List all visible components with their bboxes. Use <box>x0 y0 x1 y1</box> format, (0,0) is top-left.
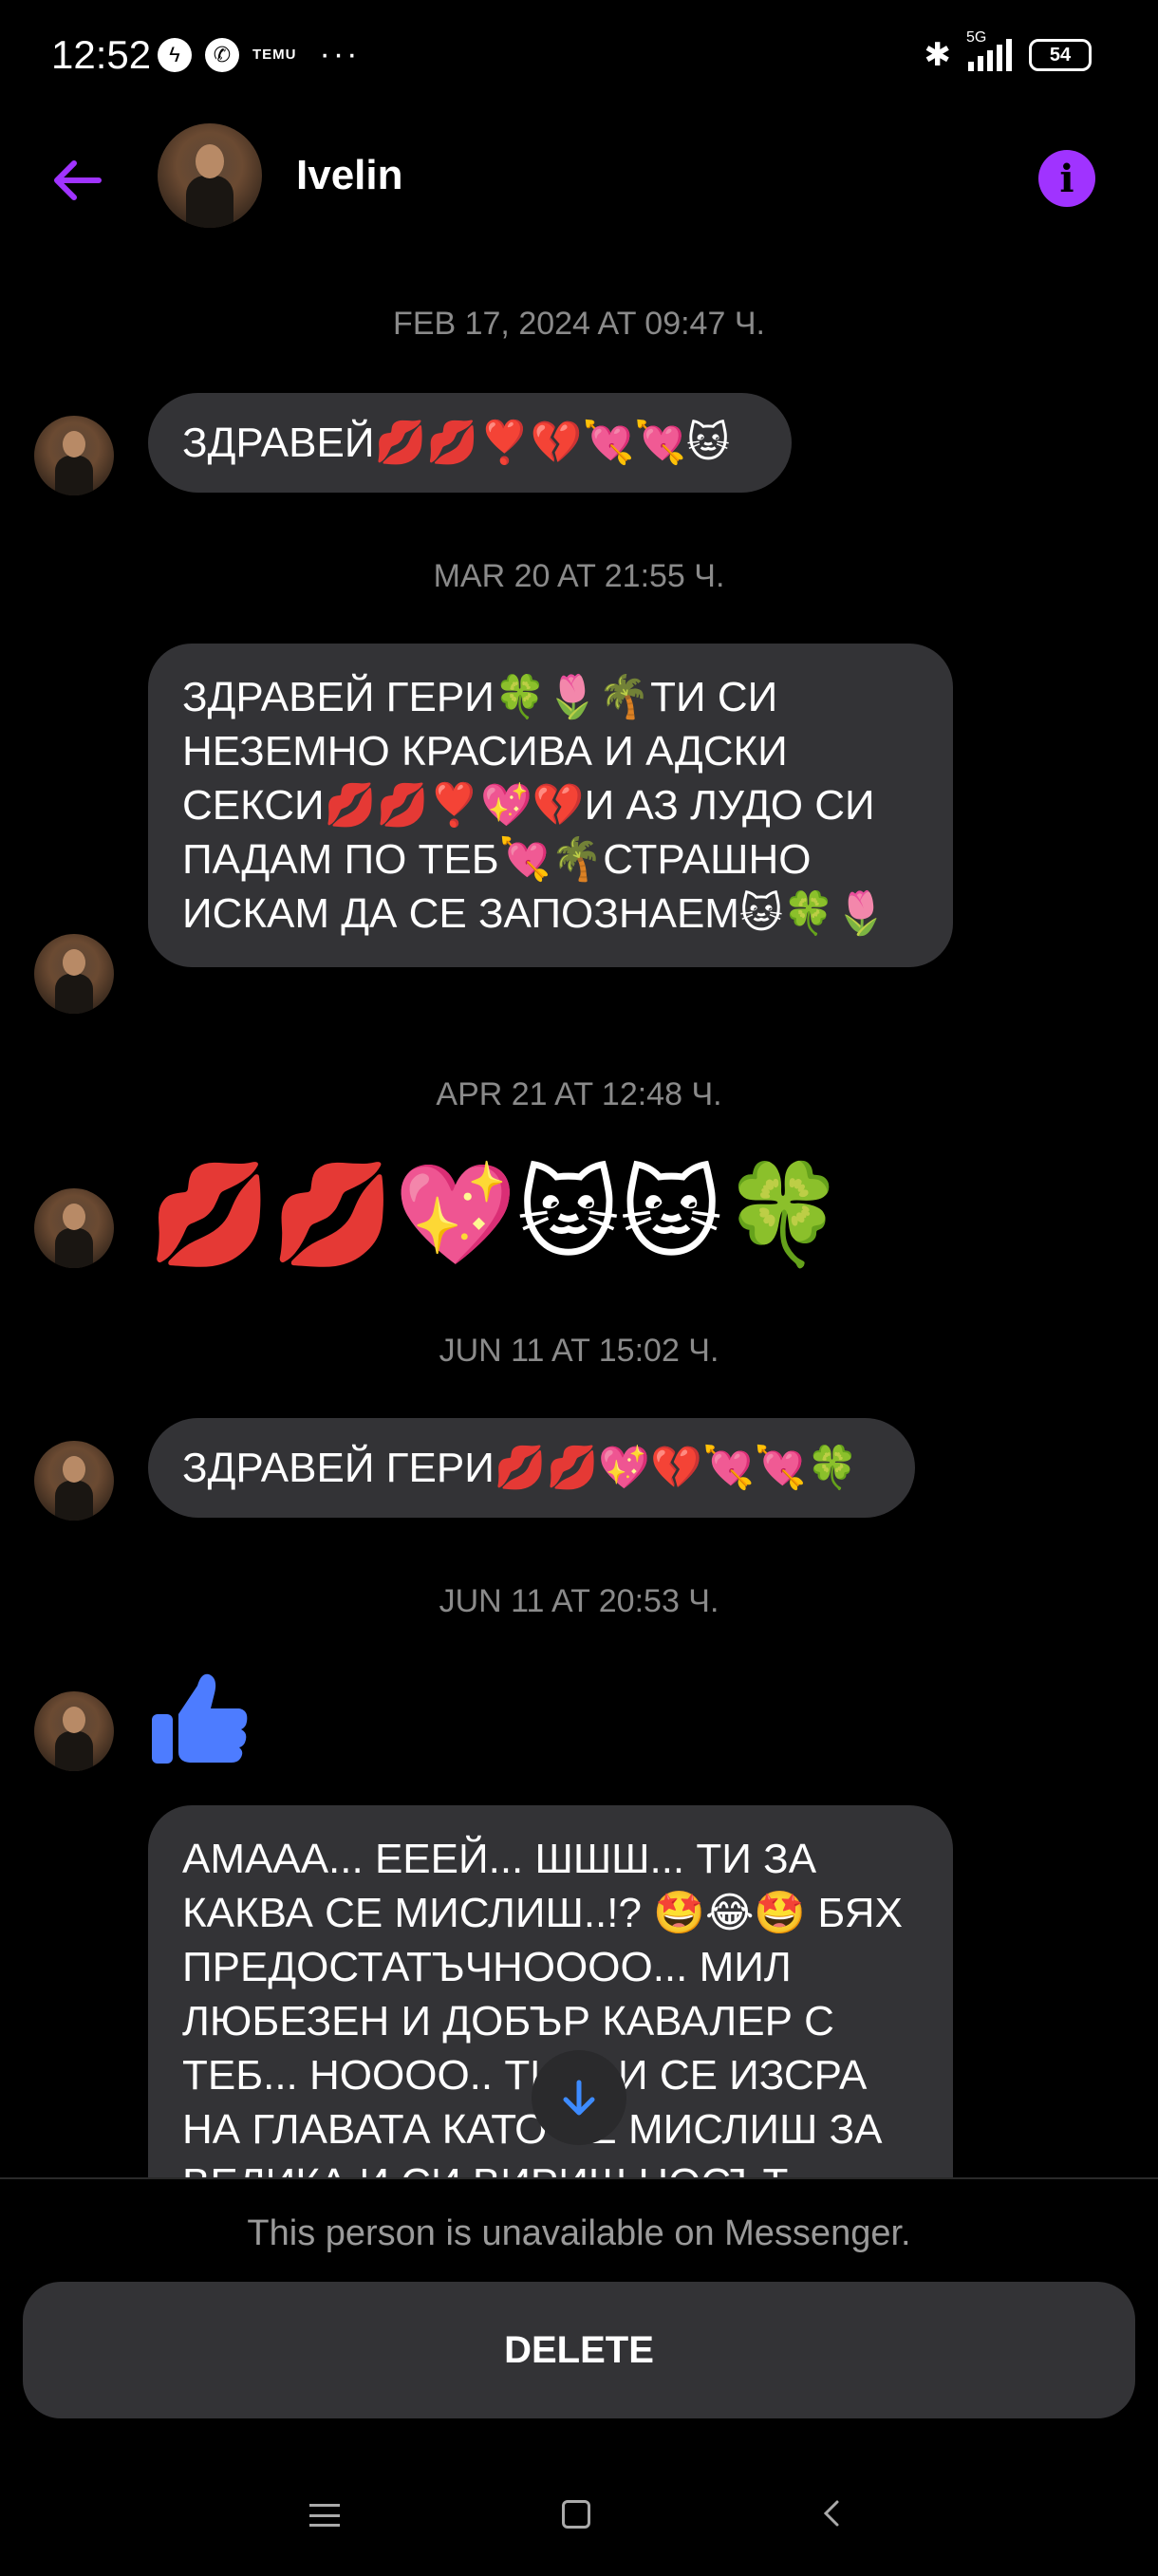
sender-avatar[interactable] <box>34 1188 114 1268</box>
home-icon[interactable] <box>562 2500 590 2529</box>
system-nav-bar <box>0 2473 1158 2568</box>
arrow-down-icon <box>563 2080 595 2116</box>
sender-avatar[interactable] <box>34 1691 114 1771</box>
timestamp: MAR 20 AT 21:55 Ч. <box>433 558 725 594</box>
chat-header: Ivelin i <box>0 123 1158 237</box>
info-icon[interactable]: i <box>1038 150 1095 207</box>
battery-icon: 54 <box>1029 39 1092 71</box>
system-icons: ✱ 5G 54 <box>924 29 1092 74</box>
timestamp: JUN 11 AT 20:53 Ч. <box>439 1583 719 1619</box>
notification-icons: ϟ ✆ TEMU ··· <box>158 36 360 73</box>
more-notifications-icon: ··· <box>319 36 361 72</box>
temu-icon: TEMU <box>252 47 297 63</box>
network-type: 5G <box>966 29 987 46</box>
signal-icon: 5G <box>966 29 1012 71</box>
unavailable-panel: This person is unavailable on Messenger.… <box>0 2177 1158 2576</box>
messenger-icon: ϟ <box>158 37 192 72</box>
contact-avatar[interactable] <box>158 123 262 228</box>
timestamp: APR 21 AT 12:48 Ч. <box>436 1076 722 1112</box>
unavailable-notice: This person is unavailable on Messenger. <box>247 2213 911 2253</box>
status-bar: 12:52 ϟ ✆ TEMU ··· ✱ 5G 54 <box>0 0 1158 114</box>
back-icon[interactable] <box>816 2498 847 2529</box>
timestamp: JUN 11 AT 15:02 Ч. <box>439 1333 719 1369</box>
message-bubble[interactable]: АМААА... ЕЕЕЙ... ШШШ... ТИ ЗА КАКВА СЕ М… <box>148 1805 953 2204</box>
clock: 12:52 <box>51 32 152 77</box>
viber-icon: ✆ <box>205 37 239 72</box>
sender-avatar[interactable] <box>34 934 114 1014</box>
message-bubble[interactable]: ЗДРАВЕЙ ГЕРИ💋💋💖💔💘💘🍀 <box>148 1418 915 1518</box>
message-bubble[interactable]: ЗДРАВЕЙ💋💋❣️💔💘💘🐱 <box>148 393 792 493</box>
scroll-to-bottom-button[interactable] <box>532 2050 626 2145</box>
emoji-message[interactable]: 💋💋💖🐱🐱🍀 <box>148 1158 846 1272</box>
thumbs-up-icon[interactable] <box>148 1667 252 1771</box>
delete-button[interactable]: DELETE <box>23 2282 1135 2418</box>
contact-name[interactable]: Ivelin <box>296 152 403 199</box>
bluetooth-icon: ✱ <box>924 37 952 73</box>
back-arrow-icon[interactable] <box>49 152 106 209</box>
recent-apps-icon[interactable] <box>309 2504 340 2527</box>
timestamp: FEB 17, 2024 AT 09:47 Ч. <box>393 306 765 342</box>
message-bubble[interactable]: ЗДРАВЕЙ ГЕРИ🍀🌷🌴ТИ СИ НЕЗЕМНО КРАСИВА И А… <box>148 644 953 967</box>
sender-avatar[interactable] <box>34 416 114 495</box>
sender-avatar[interactable] <box>34 1441 114 1521</box>
